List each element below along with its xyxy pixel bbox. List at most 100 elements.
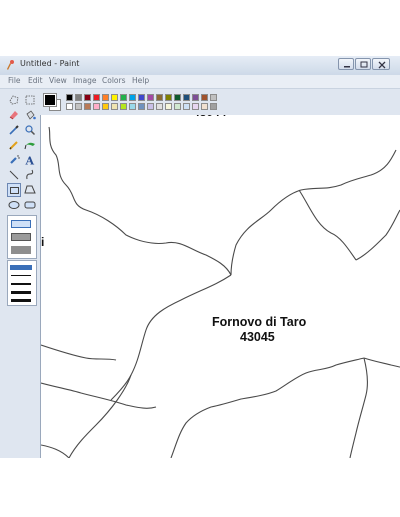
boundary-line (68, 374, 132, 458)
drawing-canvas[interactable]: 43044 i Fornovo di Taro 43045 (41, 115, 400, 458)
palette-swatch[interactable] (93, 103, 100, 110)
airbrush-icon (10, 155, 20, 164)
palette-swatch[interactable] (66, 103, 73, 110)
fill-style-solid[interactable] (11, 246, 31, 254)
palette-swatch[interactable] (156, 103, 163, 110)
rounded-rectangle-tool[interactable] (23, 198, 37, 212)
maximize-icon (360, 61, 368, 68)
line-icon (9, 170, 19, 180)
ellipse-tool[interactable] (7, 198, 21, 212)
postal-code-label: 43045 (240, 330, 275, 344)
palette-swatch[interactable] (174, 94, 181, 101)
palette-swatch[interactable] (201, 103, 208, 110)
palette-swatch[interactable] (84, 94, 91, 101)
palette-swatch[interactable] (111, 94, 118, 101)
primary-color-swatch[interactable] (43, 93, 57, 107)
menu-image[interactable]: Image (73, 76, 97, 85)
free-select-icon (9, 95, 19, 105)
palette-swatch[interactable] (84, 103, 91, 110)
line-width-5[interactable] (11, 299, 31, 302)
brush-tool[interactable] (23, 138, 37, 152)
palette-swatch[interactable] (192, 103, 199, 110)
palette-swatch[interactable] (93, 94, 100, 101)
svg-text:A: A (25, 155, 35, 168)
palette-swatch[interactable] (210, 94, 217, 101)
palette-swatch[interactable] (147, 103, 154, 110)
palette-swatch[interactable] (66, 94, 73, 101)
color-picker-tool[interactable] (7, 123, 21, 137)
palette-swatch[interactable] (75, 94, 82, 101)
line-width-1[interactable] (10, 265, 32, 270)
pencil-icon (9, 141, 18, 150)
polygon-tool[interactable] (23, 183, 37, 197)
fill-style-outline-fill[interactable] (11, 233, 31, 241)
paint-window: Untitled - Paint File Edit View Image Co… (0, 56, 400, 458)
palette-swatch[interactable] (147, 94, 154, 101)
close-icon (378, 61, 386, 69)
town-name-label: Fornovo di Taro (212, 315, 307, 329)
line-width-4[interactable] (11, 291, 31, 294)
eyedropper-icon (9, 125, 19, 135)
fill-tool[interactable] (23, 108, 37, 122)
magnifier-tool[interactable] (23, 123, 37, 137)
toolbox: A (0, 89, 41, 458)
boundary-line (48, 126, 232, 276)
curve-icon (26, 169, 34, 180)
palette-swatch[interactable] (129, 94, 136, 101)
palette-swatch[interactable] (165, 94, 172, 101)
left-cut-label: i (41, 235, 45, 249)
ellipse-icon (8, 201, 20, 209)
palette-swatch[interactable] (183, 103, 190, 110)
brush-icon (24, 142, 35, 150)
palette-swatch[interactable] (210, 103, 217, 110)
palette-swatch[interactable] (75, 103, 82, 110)
close-button[interactable] (372, 58, 390, 70)
text-tool[interactable]: A (23, 153, 37, 168)
boundary-line (41, 344, 117, 361)
palette-swatch[interactable] (120, 103, 127, 110)
minimize-icon (344, 66, 350, 68)
window-title: Untitled - Paint (20, 59, 80, 68)
menu-colors[interactable]: Colors (102, 76, 126, 85)
title-bar[interactable]: Untitled - Paint (0, 56, 400, 76)
palette-swatch[interactable] (192, 94, 199, 101)
menu-help[interactable]: Help (132, 76, 149, 85)
palette-swatch[interactable] (165, 103, 172, 110)
paint-bucket-icon (26, 110, 36, 120)
palette-swatch[interactable] (120, 94, 127, 101)
menu-view[interactable]: View (49, 76, 67, 85)
eraser-icon (9, 111, 18, 120)
palette-swatch[interactable] (111, 103, 118, 110)
boundary-line (170, 357, 365, 458)
menu-file[interactable]: File (8, 76, 21, 85)
palette-swatch[interactable] (138, 103, 145, 110)
airbrush-tool[interactable] (7, 153, 21, 167)
palette-swatch[interactable] (183, 94, 190, 101)
curve-tool[interactable] (23, 168, 37, 182)
minimize-button[interactable] (338, 58, 354, 70)
palette-swatch[interactable] (129, 103, 136, 110)
line-tool[interactable] (7, 168, 21, 182)
rectangle-tool[interactable] (7, 183, 21, 197)
palette-swatch[interactable] (102, 94, 109, 101)
pencil-tool[interactable] (7, 138, 21, 152)
palette-swatch[interactable] (201, 94, 208, 101)
free-select-tool[interactable] (7, 93, 21, 107)
palette-swatch[interactable] (156, 94, 163, 101)
boundary-line (349, 357, 369, 458)
menu-bar: File Edit View Image Colors Help (0, 75, 400, 89)
rect-select-tool[interactable] (23, 93, 37, 107)
palette-swatch[interactable] (102, 103, 109, 110)
palette-swatch[interactable] (138, 94, 145, 101)
fill-style-outline[interactable] (11, 220, 31, 228)
rounded-rectangle-icon (24, 201, 36, 209)
rectangle-icon (10, 187, 19, 194)
boundary-line (230, 149, 397, 276)
maximize-button[interactable] (355, 58, 371, 70)
palette-swatch[interactable] (174, 103, 181, 110)
line-width-2[interactable] (11, 275, 31, 276)
menu-edit[interactable]: Edit (28, 76, 43, 85)
boundary-line (41, 382, 157, 409)
line-width-3[interactable] (11, 283, 31, 285)
eraser-tool[interactable] (7, 108, 21, 122)
